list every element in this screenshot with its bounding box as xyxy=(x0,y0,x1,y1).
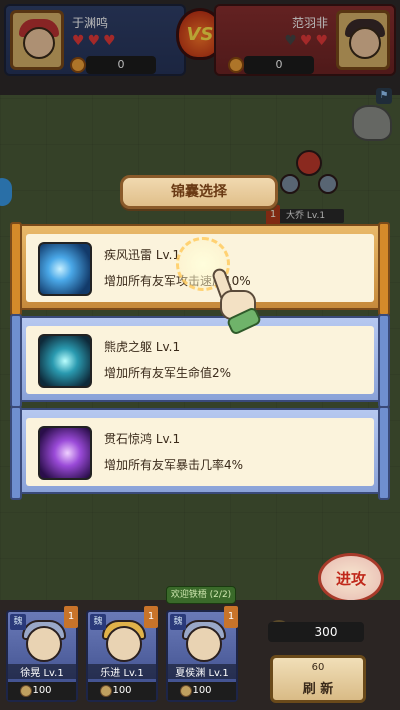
hero-head xyxy=(186,626,222,662)
scroll-edge xyxy=(10,314,22,408)
coin-icon xyxy=(180,685,192,697)
refresh-cost: 60 xyxy=(311,662,325,673)
hero-head xyxy=(106,626,142,662)
faction-badge: 魏 xyxy=(10,614,26,630)
skill-card-body: 熊虎之躯 Lv.1 增加所有友军生命值2% xyxy=(26,326,374,394)
attack-button[interactable]: 进攻 xyxy=(318,553,384,603)
scroll-edge xyxy=(378,222,390,316)
dialog-title: 锦囊选择 xyxy=(120,175,278,209)
hero-card-2[interactable]: 魏 1 乐进 Lv.1 100 xyxy=(86,606,158,702)
hero-level-badge: 1 xyxy=(224,606,238,628)
hero-card-3[interactable]: 魏 1 夏侯渊 Lv.1 100 xyxy=(166,606,238,702)
hero-level-badge: 1 xyxy=(144,606,158,628)
scroll-edge xyxy=(10,222,22,316)
attack-label: 进攻 xyxy=(335,570,366,588)
skill-name: 贯石惊鸿 Lv.1 xyxy=(104,432,181,446)
hero-name: 夏侯渊 Lv.1 xyxy=(168,664,236,679)
hero-name: 乐进 Lv.1 xyxy=(88,664,156,679)
welcome-banner: 欢迎铁梧 (2/2) xyxy=(166,586,236,604)
hero-head xyxy=(26,626,62,662)
coin-icon xyxy=(20,685,32,697)
refresh-label: 刷 新 xyxy=(302,682,334,697)
hero-card-1[interactable]: 魏 1 徐晃 Lv.1 100 xyxy=(6,606,78,702)
refresh-button[interactable]: 60 刷 新 xyxy=(270,655,366,703)
slash-skill-icon xyxy=(38,426,92,480)
scroll-edge xyxy=(378,406,390,500)
scroll-edge xyxy=(378,314,390,408)
skill-card-2[interactable]: 熊虎之躯 Lv.1 增加所有友军生命值2% xyxy=(10,314,390,408)
lightning-skill-icon xyxy=(38,242,92,296)
skill-name: 疾风迅雷 Lv.1 xyxy=(104,248,181,262)
faction-badge: 魏 xyxy=(90,614,106,630)
coin-total: 300 xyxy=(268,622,364,642)
skill-name: 熊虎之躯 Lv.1 xyxy=(104,340,181,354)
scroll-edge xyxy=(10,406,22,500)
pillar-skill-icon xyxy=(38,334,92,388)
coin-icon xyxy=(100,685,112,697)
hero-name: 徐晃 Lv.1 xyxy=(8,664,76,679)
skill-card-3[interactable]: 贯石惊鸿 Lv.1 增加所有友军暴击几率4% xyxy=(10,406,390,500)
hero-level-badge: 1 xyxy=(64,606,78,628)
faction-badge: 魏 xyxy=(170,614,186,630)
hero-cost: 100 xyxy=(88,682,156,700)
tutorial-hand-icon xyxy=(210,266,263,336)
hero-cost: 100 xyxy=(8,682,76,700)
skill-description: 增加所有友军生命值2% xyxy=(104,366,232,380)
hero-cost: 100 xyxy=(168,682,236,700)
skill-card-body: 贯石惊鸿 Lv.1 增加所有友军暴击几率4% xyxy=(26,418,374,486)
skill-description: 增加所有友军暴击几率4% xyxy=(104,458,244,472)
